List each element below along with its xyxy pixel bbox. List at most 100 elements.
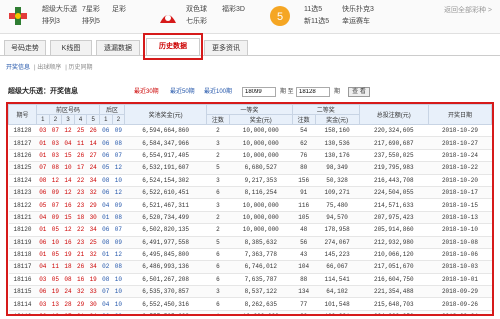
first-amount-cell: 10,000,000 bbox=[229, 124, 293, 138]
col-date: 开奖日期 bbox=[427, 104, 492, 125]
first-count-cell: 6 bbox=[206, 248, 230, 262]
pool-cell: 6,491,977,558 bbox=[124, 236, 207, 249]
view-button[interactable]: 查 看 bbox=[348, 87, 370, 97]
date-cell: 2018-10-22 bbox=[428, 161, 492, 175]
front-ball-cell: 10 bbox=[61, 161, 75, 175]
table-row: 18122 05 07 16 23 29 04 09 6,521,467,311 3 10,000,… bbox=[8, 198, 492, 212]
front-ball-header: 1 bbox=[36, 114, 50, 125]
lottery-link[interactable]: 7星彩 bbox=[82, 4, 100, 16]
back-ball-header: 2 bbox=[111, 114, 126, 125]
col-front: 前区号码 bbox=[36, 104, 100, 115]
first-amount-cell: 10,000,000 bbox=[229, 198, 293, 212]
lottery-col-6[interactable]: 11选5 新11选5 bbox=[304, 4, 329, 28]
front-ball-cell: 08 bbox=[61, 273, 75, 287]
filter-last-50[interactable]: 最近50期 bbox=[170, 86, 195, 98]
total-cell: 214,571,633 bbox=[359, 198, 429, 212]
col-pool: 奖池奖金(元) bbox=[124, 104, 208, 125]
tab-missing-data[interactable]: 遗漏数据 bbox=[96, 40, 140, 55]
table-row: 18115 06 19 24 32 33 07 10 6,535,370,857 3 8,537,1… bbox=[8, 285, 492, 299]
col-period[interactable]: 期号 bbox=[8, 104, 37, 125]
lottery-link[interactable]: 11选5 bbox=[304, 4, 329, 16]
second-count-cell: 104 bbox=[292, 260, 316, 274]
front-ball-cell: 26 bbox=[74, 149, 87, 163]
second-count-cell: 80 bbox=[292, 310, 316, 314]
date-cell: 2018-10-27 bbox=[428, 136, 492, 150]
lottery-link[interactable]: 福彩3D bbox=[222, 4, 245, 16]
lottery-link[interactable]: 超级大乐透 bbox=[42, 4, 77, 16]
table-row: 18118 01 05 19 21 32 01 12 6,495,845,800 6 7,363,7… bbox=[8, 248, 492, 262]
lottery-link[interactable]: 足彩 bbox=[112, 4, 126, 16]
lottery-link[interactable]: 幸运赛车 bbox=[342, 16, 374, 28]
date-cell: 2018-10-13 bbox=[428, 211, 492, 225]
front-ball-cell: 24 bbox=[86, 161, 100, 175]
total-cell: 204,939,053 bbox=[359, 310, 429, 314]
first-amount-cell: 10,000,000 bbox=[229, 310, 293, 314]
lottery-link[interactable]: 双色球 bbox=[186, 4, 207, 16]
pool-cell: 6,584,347,966 bbox=[124, 136, 207, 150]
col-back: 后区 bbox=[98, 104, 126, 115]
lottery-col-1[interactable]: 超级大乐透 排列3 bbox=[42, 4, 77, 28]
period-cell: 18121 bbox=[8, 211, 37, 225]
subnav-draw-info[interactable]: 开奖信息 bbox=[6, 65, 30, 71]
lottery-link[interactable]: 快乐扑克3 bbox=[342, 4, 374, 16]
lottery-link[interactable]: 排列3 bbox=[42, 16, 77, 28]
second-amount-cell: 114,541 bbox=[315, 273, 360, 287]
lottery-col-2[interactable]: 7星彩 排列5 bbox=[82, 4, 100, 28]
period-cell: 18126 bbox=[8, 149, 37, 163]
second-amount-cell: 75,480 bbox=[315, 198, 360, 212]
filter-last-30[interactable]: 最近30期 bbox=[134, 86, 159, 98]
front-ball-cell: 08 bbox=[36, 174, 50, 187]
front-ball-cell: 32 bbox=[86, 186, 100, 200]
front-ball-cell: 30 bbox=[86, 211, 100, 225]
pool-cell: 6,552,450,316 bbox=[124, 297, 207, 311]
back-ball-cell: 04 bbox=[99, 198, 113, 212]
front-ball-cell: 05 bbox=[36, 198, 50, 212]
first-amount-cell: 7,363,778 bbox=[229, 248, 293, 262]
front-ball-cell: 03 bbox=[36, 273, 50, 287]
front-ball-cell: 34 bbox=[86, 310, 100, 314]
lottery-col-7[interactable]: 快乐扑克3 幸运赛车 bbox=[342, 4, 374, 28]
to-period-input[interactable] bbox=[296, 87, 330, 97]
pool-cell: 6,594,664,860 bbox=[124, 124, 207, 138]
lottery-link[interactable]: 排列5 bbox=[82, 16, 100, 28]
front-ball-header: 2 bbox=[48, 114, 63, 125]
date-cell: 2018-09-26 bbox=[428, 297, 492, 311]
second-count-header: 注数 bbox=[291, 114, 316, 125]
front-ball-cell: 26 bbox=[86, 124, 100, 138]
back-ball-cell: 05 bbox=[99, 161, 113, 175]
col-first-prize: 一等奖 bbox=[206, 104, 293, 115]
front-ball-cell: 24 bbox=[61, 285, 75, 299]
lottery-link[interactable]: 七乐彩 bbox=[186, 16, 207, 28]
front-ball-cell: 03 bbox=[36, 297, 50, 311]
filter-row: 超级大乐透：开奖信息 最近30期 最近50期 最近100期 期 至 期 查 看 bbox=[8, 86, 494, 98]
back-ball-cell: 06 bbox=[99, 310, 113, 314]
filter-last-100[interactable]: 最近100期 bbox=[204, 86, 232, 98]
lottery-col-4[interactable]: 双色球 七乐彩 bbox=[186, 4, 207, 28]
tab-kline[interactable]: K线图 bbox=[50, 40, 92, 55]
pool-cell: 6,486,993,136 bbox=[124, 260, 207, 274]
back-ball-cell: 10 bbox=[112, 297, 125, 311]
front-ball-cell: 06 bbox=[36, 186, 50, 200]
tab-more-news[interactable]: 更多资讯 bbox=[204, 40, 248, 55]
first-count-cell: 2 bbox=[206, 149, 230, 163]
back-to-all-link[interactable]: 返回全部彩种 > bbox=[444, 5, 492, 15]
date-cell: 2018-10-15 bbox=[428, 198, 492, 212]
back-ball-header: 1 bbox=[98, 114, 113, 125]
total-cell: 215,648,703 bbox=[359, 297, 429, 311]
front-ball-cell: 19 bbox=[61, 248, 75, 262]
from-period-input[interactable] bbox=[242, 87, 276, 97]
tab-trend[interactable]: 号码走势 bbox=[4, 40, 46, 55]
total-cell: 237,550,025 bbox=[359, 149, 429, 163]
lottery-col-3[interactable]: 足彩 bbox=[112, 4, 126, 16]
front-ball-cell: 08 bbox=[49, 161, 62, 175]
period-cell: 18113 bbox=[8, 310, 37, 314]
date-cell: 2018-10-17 bbox=[428, 186, 492, 200]
section-title: 超级大乐透：开奖信息 bbox=[8, 88, 78, 95]
back-ball-cell: 06 bbox=[99, 186, 113, 200]
lottery-link[interactable]: 新11选5 bbox=[304, 16, 329, 28]
back-ball-cell: 10 bbox=[112, 273, 125, 287]
subnav-ball-order[interactable]: 出球顺序 bbox=[37, 65, 61, 71]
subnav-history-same[interactable]: 历史同期 bbox=[69, 65, 93, 71]
first-amount-cell: 10,000,000 bbox=[229, 223, 293, 237]
lottery-col-5[interactable]: 福彩3D bbox=[222, 4, 245, 16]
